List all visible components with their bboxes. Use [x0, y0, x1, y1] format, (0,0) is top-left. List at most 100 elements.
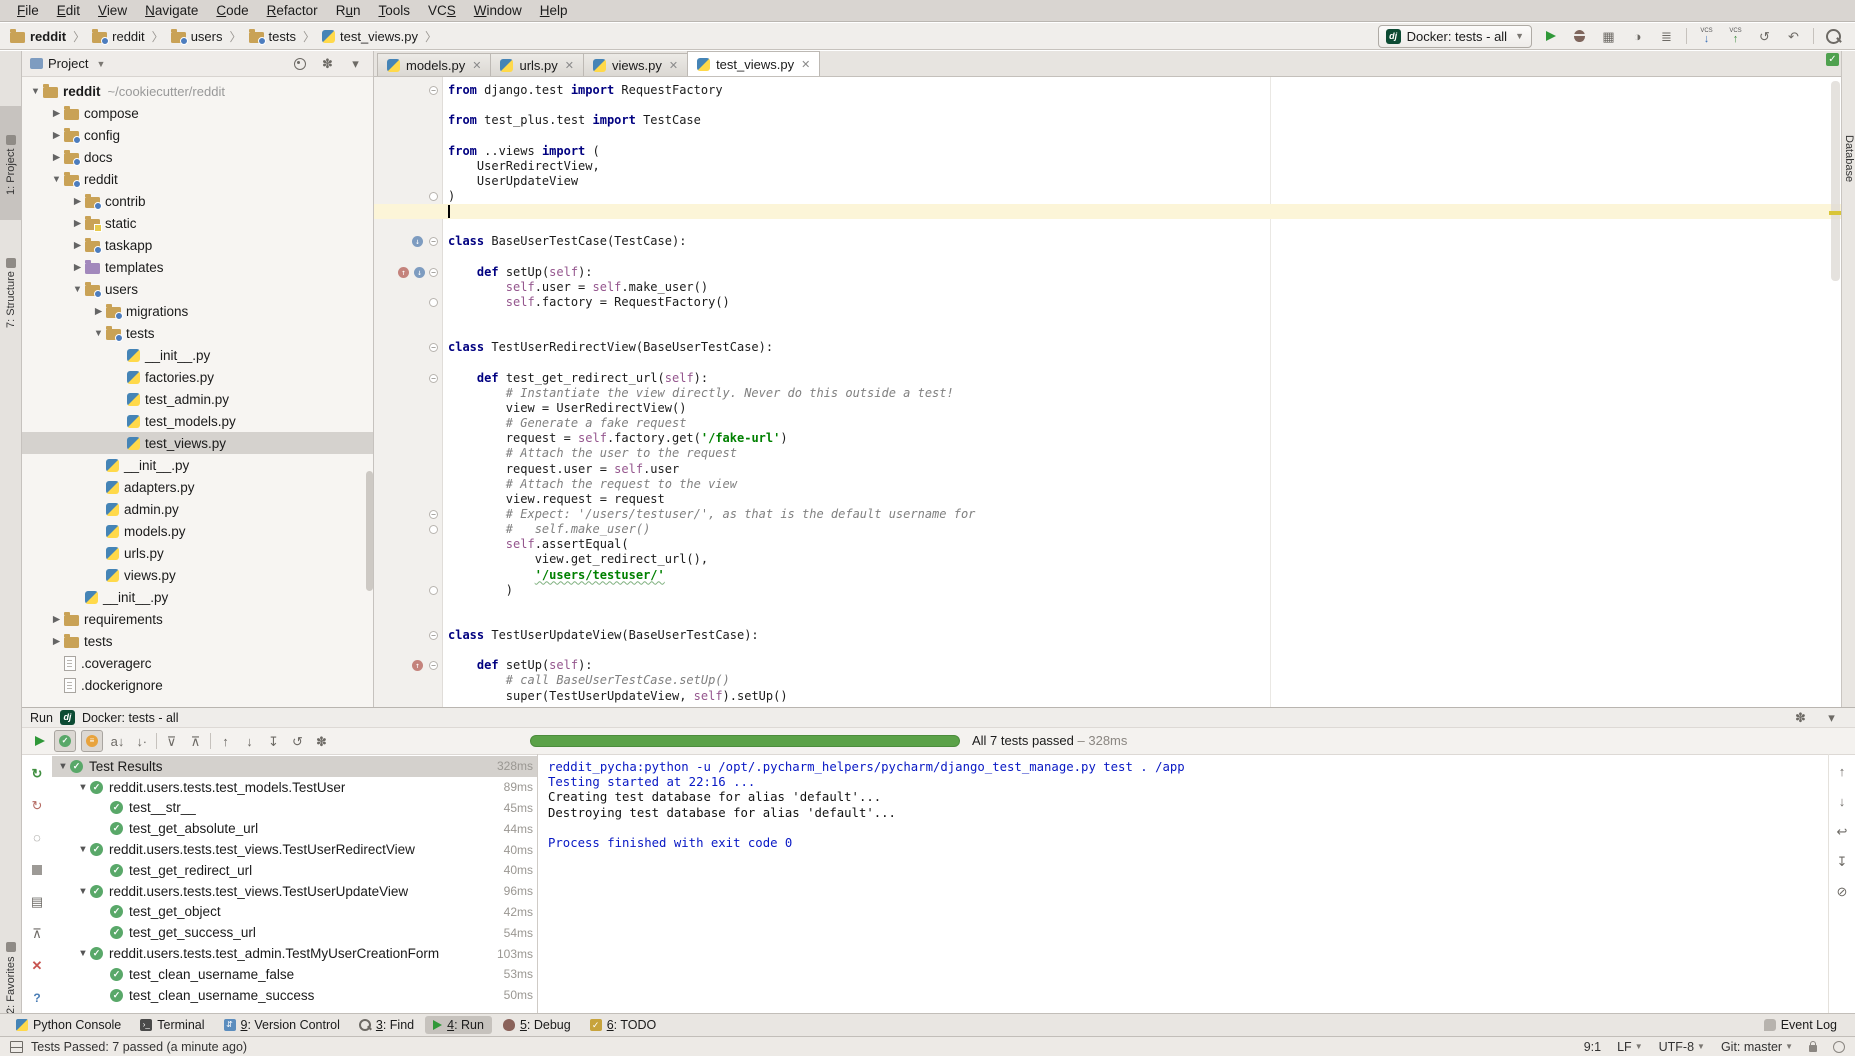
tree-item-views-py[interactable]: views.py	[22, 564, 373, 586]
fold-open-icon[interactable]: −	[429, 661, 438, 670]
status-widget-lf[interactable]: LF▼	[1617, 1040, 1643, 1054]
expander-closed-icon[interactable]: ▶	[70, 262, 85, 273]
expander-closed-icon[interactable]: ▶	[49, 614, 64, 625]
close-icon[interactable]: ✕	[472, 59, 481, 72]
inspections-profile-icon[interactable]	[1833, 1041, 1845, 1053]
restore-layout-icon[interactable]: ▤	[28, 892, 47, 911]
close-icon[interactable]: ✕	[801, 58, 810, 71]
expander-open-icon[interactable]: ▼	[91, 328, 106, 339]
tree-item-adapters-py[interactable]: adapters.py	[22, 476, 373, 498]
stripe-tab-structure[interactable]: 7: Structure	[0, 226, 22, 356]
settings-icon[interactable]: ✽	[318, 54, 337, 73]
expand-all-icon[interactable]: ⊽	[162, 732, 181, 751]
menu-code[interactable]: Code	[207, 1, 257, 20]
code-editor[interactable]: −from django.test import RequestFactoryf…	[374, 77, 1841, 714]
tree-item-admin-py[interactable]: admin.py	[22, 498, 373, 520]
sort-alpha-icon[interactable]: a↓	[108, 732, 127, 751]
tree-item-test-views-py[interactable]: test_views.py	[22, 432, 373, 454]
settings-icon[interactable]: ✽	[312, 732, 331, 751]
fold-end-icon[interactable]	[429, 192, 438, 201]
menu-file[interactable]: File	[8, 1, 48, 20]
tree-item-taskapp[interactable]: ▶taskapp	[22, 234, 373, 256]
tree-item-test-admin-py[interactable]: test_admin.py	[22, 388, 373, 410]
tree-item-test-models-py[interactable]: test_models.py	[22, 410, 373, 432]
vcs-update-icon[interactable]: VCS↓	[1697, 27, 1716, 46]
test-row[interactable]: ✓test_get_success_url54ms	[52, 922, 537, 943]
tree-item-migrations[interactable]: ▶migrations	[22, 300, 373, 322]
hide-icon[interactable]: ▾	[346, 54, 365, 73]
expander-closed-icon[interactable]: ▶	[49, 152, 64, 163]
test-row[interactable]: ✓test_get_absolute_url44ms	[52, 818, 537, 839]
locate-icon[interactable]	[290, 54, 309, 73]
status-widget-9-1[interactable]: 9:1	[1584, 1040, 1601, 1054]
autotest-icon[interactable]: ◌	[28, 828, 47, 847]
tree-item-urls-py[interactable]: urls.py	[22, 542, 373, 564]
close-icon[interactable]: ✕	[669, 59, 678, 72]
test-row[interactable]: ▼✓reddit.users.tests.test_admin.TestMyUs…	[52, 943, 537, 964]
fold-open-icon[interactable]: −	[429, 631, 438, 640]
breadcrumb-item[interactable]: tests	[249, 29, 296, 44]
toolwindow-toggle-icon[interactable]	[10, 1041, 23, 1053]
profiler-icon[interactable]: ◑	[1628, 27, 1647, 46]
expander-open-icon[interactable]: ▼	[49, 174, 64, 185]
tree-item-docs[interactable]: ▶docs	[22, 146, 373, 168]
tree-item--dockerignore[interactable]: .dockerignore	[22, 674, 373, 696]
tree-item-reddit[interactable]: ▼reddit~/cookiecutter/reddit	[22, 80, 373, 102]
debug-icon[interactable]	[1570, 27, 1589, 46]
status-widget-git-master[interactable]: Git: master▼	[1721, 1040, 1793, 1054]
tree-item--init-py[interactable]: __init__.py	[22, 344, 373, 366]
test-row[interactable]: ✓test_get_object42ms	[52, 902, 537, 923]
up-stack-icon[interactable]: ↑	[1833, 762, 1852, 781]
breadcrumb-item[interactable]: users	[171, 29, 223, 44]
fold-open-icon[interactable]: −	[429, 237, 438, 246]
menu-view[interactable]: View	[89, 1, 136, 20]
search-icon[interactable]	[1824, 27, 1843, 46]
test-row[interactable]: ▼✓reddit.users.tests.test_views.TestUser…	[52, 881, 537, 902]
menu-vcs[interactable]: VCS	[419, 1, 465, 20]
menu-help[interactable]: Help	[531, 1, 577, 20]
fold-open-icon[interactable]: −	[429, 374, 438, 383]
tree-item-compose[interactable]: ▶compose	[22, 102, 373, 124]
test-row[interactable]: ▼✓reddit.users.tests.test_models.TestUse…	[52, 777, 537, 798]
rollback-icon[interactable]: ↶	[1784, 27, 1803, 46]
test-history-icon[interactable]: ↺	[288, 732, 307, 751]
lock-icon[interactable]	[1809, 1045, 1817, 1052]
fold-open-icon[interactable]: −	[429, 268, 438, 277]
expander-closed-icon[interactable]: ▶	[70, 196, 85, 207]
tree-item-contrib[interactable]: ▶contrib	[22, 190, 373, 212]
fold-open-icon[interactable]: −	[429, 343, 438, 352]
expander-closed-icon[interactable]: ▶	[91, 306, 106, 317]
expander-open-icon[interactable]: ▼	[76, 782, 90, 793]
tree-item-models-py[interactable]: models.py	[22, 520, 373, 542]
tab-views-py[interactable]: views.py✕	[583, 53, 688, 76]
tree-item-static[interactable]: ▶static	[22, 212, 373, 234]
scroll-end-icon[interactable]: ↧	[1833, 852, 1852, 871]
filter-passed-toggle[interactable]: ✓	[54, 730, 76, 752]
tab-test_views-py[interactable]: test_views.py✕	[687, 51, 820, 76]
help-icon[interactable]: ?	[28, 988, 47, 1007]
tab-models-py[interactable]: models.py✕	[377, 53, 491, 76]
toolwindow-button-terminal[interactable]: ›_Terminal	[132, 1016, 212, 1034]
run-icon[interactable]	[1541, 27, 1560, 46]
expander-open-icon[interactable]: ▼	[70, 284, 85, 295]
expander-open-icon[interactable]: ▼	[28, 86, 43, 97]
menu-navigate[interactable]: Navigate	[136, 1, 207, 20]
expander-closed-icon[interactable]: ▶	[49, 130, 64, 141]
tree-item-config[interactable]: ▶config	[22, 124, 373, 146]
tree-item-tests[interactable]: ▼tests	[22, 322, 373, 344]
close-icon[interactable]: ✕	[28, 956, 47, 975]
expander-open-icon[interactable]: ▼	[76, 844, 90, 855]
implement-marker-icon[interactable]: ↓	[412, 236, 423, 247]
test-row[interactable]: ✓test__str__45ms	[52, 798, 537, 819]
menu-tools[interactable]: Tools	[369, 1, 419, 20]
project-scrollbar[interactable]	[366, 471, 373, 591]
tree-item--init-py[interactable]: __init__.py	[22, 454, 373, 476]
test-row[interactable]: ▼✓reddit.users.tests.test_views.TestUser…	[52, 839, 537, 860]
toolwindow-button-debug[interactable]: 5: Debug	[495, 1016, 579, 1034]
status-message[interactable]: Tests Passed: 7 passed (a minute ago)	[31, 1040, 247, 1054]
pin-icon[interactable]: ⊼	[28, 924, 47, 943]
tree-item-users[interactable]: ▼users	[22, 278, 373, 300]
run-console[interactable]: reddit_pycha:python -u /opt/.pycharm_hel…	[538, 754, 1828, 1013]
expander-closed-icon[interactable]: ▶	[70, 240, 85, 251]
run-icon[interactable]	[30, 732, 49, 751]
